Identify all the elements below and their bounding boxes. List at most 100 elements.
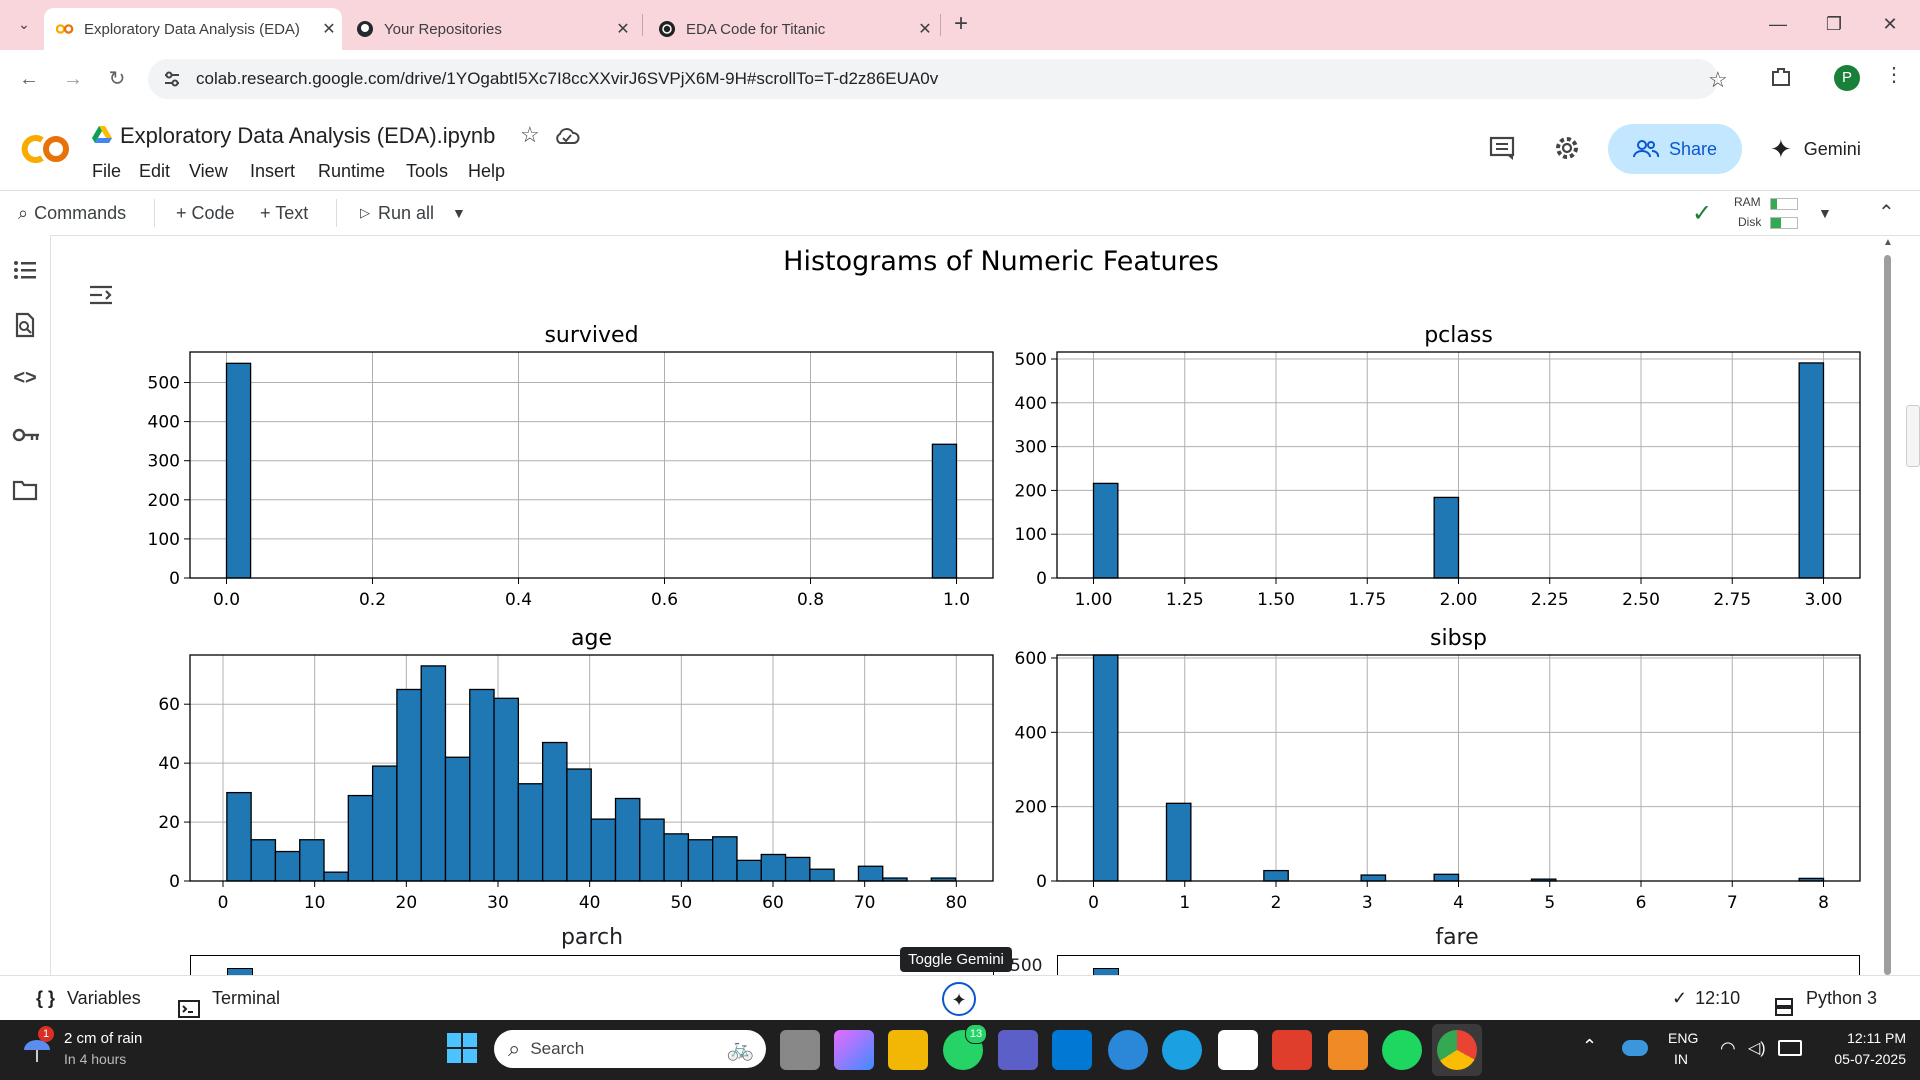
star-icon[interactable]: ☆	[520, 122, 540, 148]
comments-icon[interactable]	[1488, 134, 1516, 162]
vertical-scrollbar[interactable]: ▲	[1880, 235, 1894, 975]
taskbar-search[interactable]: ⌕ Search 🚲	[494, 1030, 766, 1068]
divider	[154, 199, 155, 227]
copilot-icon[interactable]	[834, 1030, 874, 1070]
run-all-dropdown-icon[interactable]: ▼	[452, 191, 466, 235]
commands-label: Commands	[34, 203, 127, 223]
add-code-button[interactable]: + Code	[176, 191, 235, 235]
browser-menu-icon[interactable]: ⋮	[1884, 62, 1904, 87]
language-line1[interactable]: ENG	[1668, 1030, 1698, 1046]
tab-title: EDA Code for Titanic	[686, 20, 826, 38]
reload-button[interactable]: ↻	[102, 64, 132, 94]
x-tick-label: 2.75	[1713, 590, 1751, 610]
axes-frame	[1057, 955, 1860, 975]
y-tick-label: 400	[148, 413, 180, 433]
menu-tools[interactable]: Tools	[406, 161, 448, 182]
ms-store-icon[interactable]	[1218, 1030, 1258, 1070]
tab-github[interactable]: Your Repositories ✕	[344, 8, 636, 50]
address-bar[interactable]: colab.research.google.com/drive/1YOgabtI…	[148, 59, 1728, 99]
menu-file[interactable]: File	[92, 161, 121, 182]
file-explorer-icon[interactable]	[888, 1030, 928, 1070]
x-tick-label: 3.00	[1805, 590, 1843, 610]
run-all-button[interactable]: ▷ Run all	[360, 191, 434, 235]
close-window-button[interactable]: ✕	[1870, 6, 1910, 42]
scroll-thumb[interactable]	[1884, 255, 1891, 975]
histogram-parch-partial	[190, 955, 994, 975]
menu-help[interactable]: Help	[468, 161, 505, 182]
subplot-title: pclass	[1424, 323, 1493, 348]
x-tick-label: 1.75	[1348, 590, 1386, 610]
site-info-icon[interactable]	[162, 69, 182, 89]
edge-icon[interactable]	[1162, 1030, 1202, 1070]
histogram-bar	[493, 697, 519, 882]
runtime-dropdown-icon[interactable]: ▼	[1818, 191, 1832, 235]
disk-label: Disk	[1738, 215, 1762, 229]
teams-icon[interactable]	[998, 1030, 1038, 1070]
gemini-button[interactable]: ✦ Gemini	[1770, 134, 1861, 164]
toggle-gemini-button[interactable]: ✦	[942, 982, 976, 1016]
close-tab-icon[interactable]: ✕	[610, 19, 636, 39]
weather-alert-badge: 1	[38, 1026, 54, 1042]
execution-time: 12:10	[1695, 988, 1741, 1008]
wifi-icon[interactable]: ◠	[1720, 1038, 1736, 1059]
histogram-bar	[420, 665, 447, 882]
clock-time[interactable]: 12:11 PM	[1826, 1030, 1906, 1046]
menu-view[interactable]: View	[189, 161, 228, 182]
forward-button[interactable]: →	[58, 64, 88, 94]
back-button[interactable]: ←	[14, 64, 44, 94]
chrome-icon[interactable]	[1437, 1030, 1477, 1070]
extensions-icon[interactable]	[1768, 64, 1796, 92]
colab-logo[interactable]	[18, 132, 72, 166]
tab-colab[interactable]: Exploratory Data Analysis (EDA) ✕	[44, 8, 342, 50]
google-drive-icon	[92, 126, 112, 146]
menu-runtime[interactable]: Runtime	[318, 161, 385, 182]
x-tick-label: 0	[218, 893, 229, 913]
menu-insert[interactable]: Insert	[250, 161, 295, 182]
task-view-icon[interactable]	[780, 1030, 820, 1070]
bookmark-star-icon[interactable]: ☆	[1708, 67, 1728, 93]
terminal-button[interactable]: Terminal	[178, 976, 280, 1021]
start-windows-icon[interactable]	[446, 1032, 478, 1064]
battery-icon[interactable]	[1778, 1040, 1802, 1056]
share-button[interactable]: Share	[1608, 124, 1742, 174]
x-tick-label: 2.25	[1531, 590, 1569, 610]
notebook-title[interactable]: Exploratory Data Analysis (EDA).ipynb	[120, 123, 495, 149]
vlc-icon[interactable]	[1328, 1030, 1368, 1070]
menu-edit[interactable]: Edit	[139, 161, 170, 182]
whatsapp-icon[interactable]: 13	[943, 1024, 987, 1070]
vscode-icon[interactable]	[1052, 1030, 1092, 1070]
x-tick-label: 2	[1271, 893, 1282, 913]
cloud-saved-icon[interactable]	[554, 126, 580, 146]
volume-icon[interactable]: ◁)	[1748, 1038, 1766, 1058]
histogram-bar	[250, 839, 277, 882]
minimize-button[interactable]: —	[1758, 6, 1798, 42]
settings-gear-icon[interactable]	[1553, 134, 1581, 162]
language-line2: IN	[1674, 1051, 1688, 1067]
add-text-button[interactable]: + Text	[260, 191, 308, 235]
tab-search-button[interactable]: ⌄	[10, 10, 38, 38]
close-tab-icon[interactable]: ✕	[912, 19, 938, 39]
execution-status[interactable]: ✓ 12:10	[1672, 976, 1740, 1021]
restore-button[interactable]: ❐	[1814, 6, 1854, 42]
close-tab-icon[interactable]: ✕	[316, 19, 342, 39]
terminal-label: Terminal	[212, 988, 281, 1008]
tab-chatgpt[interactable]: EDA Code for Titanic ✕	[646, 8, 938, 50]
spotify-icon[interactable]	[1382, 1030, 1422, 1070]
variables-button[interactable]: { } Variables	[36, 976, 141, 1021]
help-icon[interactable]	[1108, 1030, 1148, 1070]
resources-indicator[interactable]: RAM Disk	[1720, 195, 1800, 231]
scroll-up-arrow[interactable]: ▲	[1883, 237, 1893, 248]
weather-rain-icon[interactable]: 1	[20, 1026, 54, 1066]
show-hidden-icons[interactable]: ⌃	[1582, 1036, 1597, 1057]
profile-avatar[interactable]: P	[1834, 65, 1860, 91]
new-tab-button[interactable]: +	[946, 8, 976, 40]
wps-office-icon[interactable]	[1272, 1030, 1312, 1070]
histogram-sibsp: 0 1 2 3 4 5 6 7 8 0 200 400 600 sibsp	[1015, 626, 1861, 913]
onedrive-icon[interactable]	[1622, 1040, 1648, 1056]
commands-button[interactable]: ⌕ Commands	[18, 191, 126, 235]
weather-text[interactable]: 2 cm of rain	[64, 1030, 142, 1047]
kernel-indicator[interactable]: Python 3	[1774, 976, 1877, 1021]
histogram-survived: 0.0 0.2 0.4 0.6 0.8 1.0 0 100 200 300 400 500 surviv…	[148, 323, 994, 610]
collapse-header-icon[interactable]: ⌃	[1878, 191, 1895, 235]
minimap-scroll-indicator[interactable]	[1906, 405, 1920, 467]
